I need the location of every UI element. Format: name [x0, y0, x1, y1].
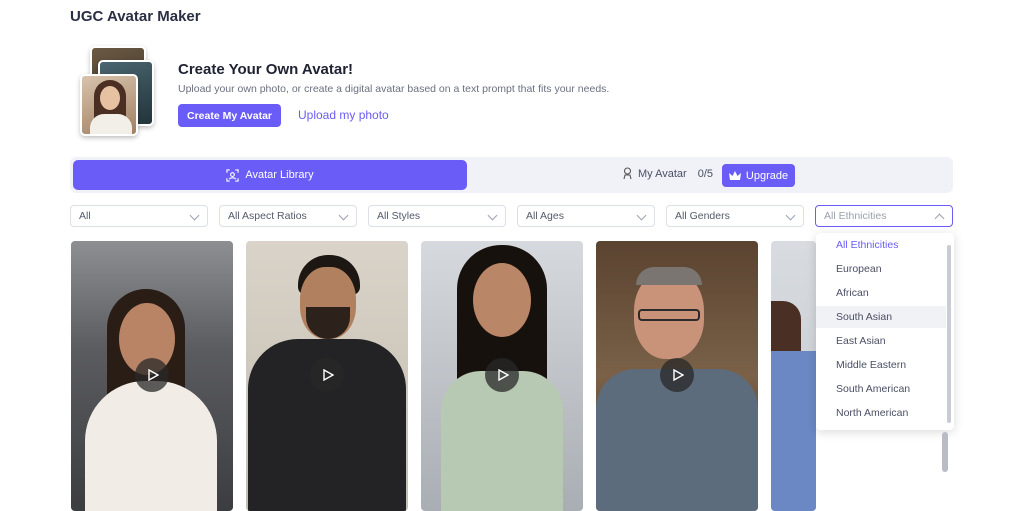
chevron-down-icon: [636, 210, 647, 221]
page-scrollbar[interactable]: [942, 432, 948, 472]
dropdown-option[interactable]: African: [816, 282, 946, 304]
chevron-down-icon: [189, 210, 200, 221]
play-icon: [498, 369, 509, 381]
chevron-up-icon: [934, 213, 945, 224]
filter-style[interactable]: All Styles: [368, 205, 506, 227]
upgrade-button[interactable]: Upgrade: [722, 164, 795, 187]
tab-avatar-library-label: Avatar Library: [245, 169, 314, 181]
tab-bar: Avatar Library My Avatar 0/5 Upgrade: [70, 157, 953, 193]
hero-title: Create Your Own Avatar!: [178, 61, 354, 78]
filter-all[interactable]: All: [70, 205, 208, 227]
play-icon: [673, 369, 684, 381]
chevron-down-icon: [487, 210, 498, 221]
chevron-down-icon: [338, 210, 349, 221]
avatar-icon: [623, 167, 632, 180]
play-button[interactable]: [135, 358, 169, 392]
my-avatar-count: 0/5: [697, 167, 714, 180]
play-button[interactable]: [310, 358, 344, 392]
filter-gender[interactable]: All Genders: [666, 205, 804, 227]
filter-label: All Aspect Ratios: [228, 210, 307, 222]
avatar-card[interactable]: [771, 241, 816, 511]
tab-avatar-library[interactable]: Avatar Library: [73, 160, 467, 190]
chevron-down-icon: [785, 210, 796, 221]
app-title: UGC Avatar Maker: [70, 8, 201, 25]
filter-label: All Ages: [526, 210, 564, 222]
play-button[interactable]: [660, 358, 694, 392]
dropdown-option[interactable]: All Ethnicities: [816, 234, 946, 256]
dropdown-option[interactable]: East Asian: [816, 330, 946, 352]
dropdown-option[interactable]: South American: [816, 378, 946, 400]
dropdown-scrollbar[interactable]: [947, 245, 951, 423]
filter-label: All Styles: [377, 210, 421, 222]
dropdown-option[interactable]: North American: [816, 402, 946, 424]
dropdown-option[interactable]: Middle Eastern: [816, 354, 946, 376]
filter-label: All: [79, 210, 91, 222]
play-icon: [323, 369, 334, 381]
dropdown-option[interactable]: European: [816, 258, 946, 280]
avatar-card[interactable]: [246, 241, 408, 511]
avatar-card[interactable]: [596, 241, 758, 511]
upload-photo-link[interactable]: Upload my photo: [298, 108, 389, 122]
filter-age[interactable]: All Ages: [517, 205, 655, 227]
play-button[interactable]: [485, 358, 519, 392]
create-my-avatar-button[interactable]: Create My Avatar: [178, 104, 281, 127]
upgrade-label: Upgrade: [745, 169, 789, 182]
avatar-stack-illustration: [78, 46, 160, 138]
tab-my-avatar[interactable]: My Avatar 0/5: [622, 167, 713, 180]
hero-subtitle: Upload your own photo, or create a digit…: [178, 83, 610, 95]
filter-ethnicity[interactable]: All Ethnicities: [815, 205, 953, 227]
scan-face-icon: [226, 168, 239, 182]
ethnicity-dropdown-menu: All Ethnicities European African South A…: [816, 233, 954, 430]
crown-icon: [728, 170, 741, 180]
filter-aspect-ratio[interactable]: All Aspect Ratios: [219, 205, 357, 227]
filter-label: All Ethnicities: [824, 210, 887, 222]
dropdown-option[interactable]: South Asian: [816, 306, 946, 328]
avatar-card[interactable]: [71, 241, 233, 511]
play-icon: [148, 369, 159, 381]
filter-label: All Genders: [675, 210, 730, 222]
avatar-thumbnail: [80, 74, 138, 136]
tab-my-avatar-label: My Avatar: [638, 167, 687, 180]
avatar-card[interactable]: [421, 241, 583, 511]
